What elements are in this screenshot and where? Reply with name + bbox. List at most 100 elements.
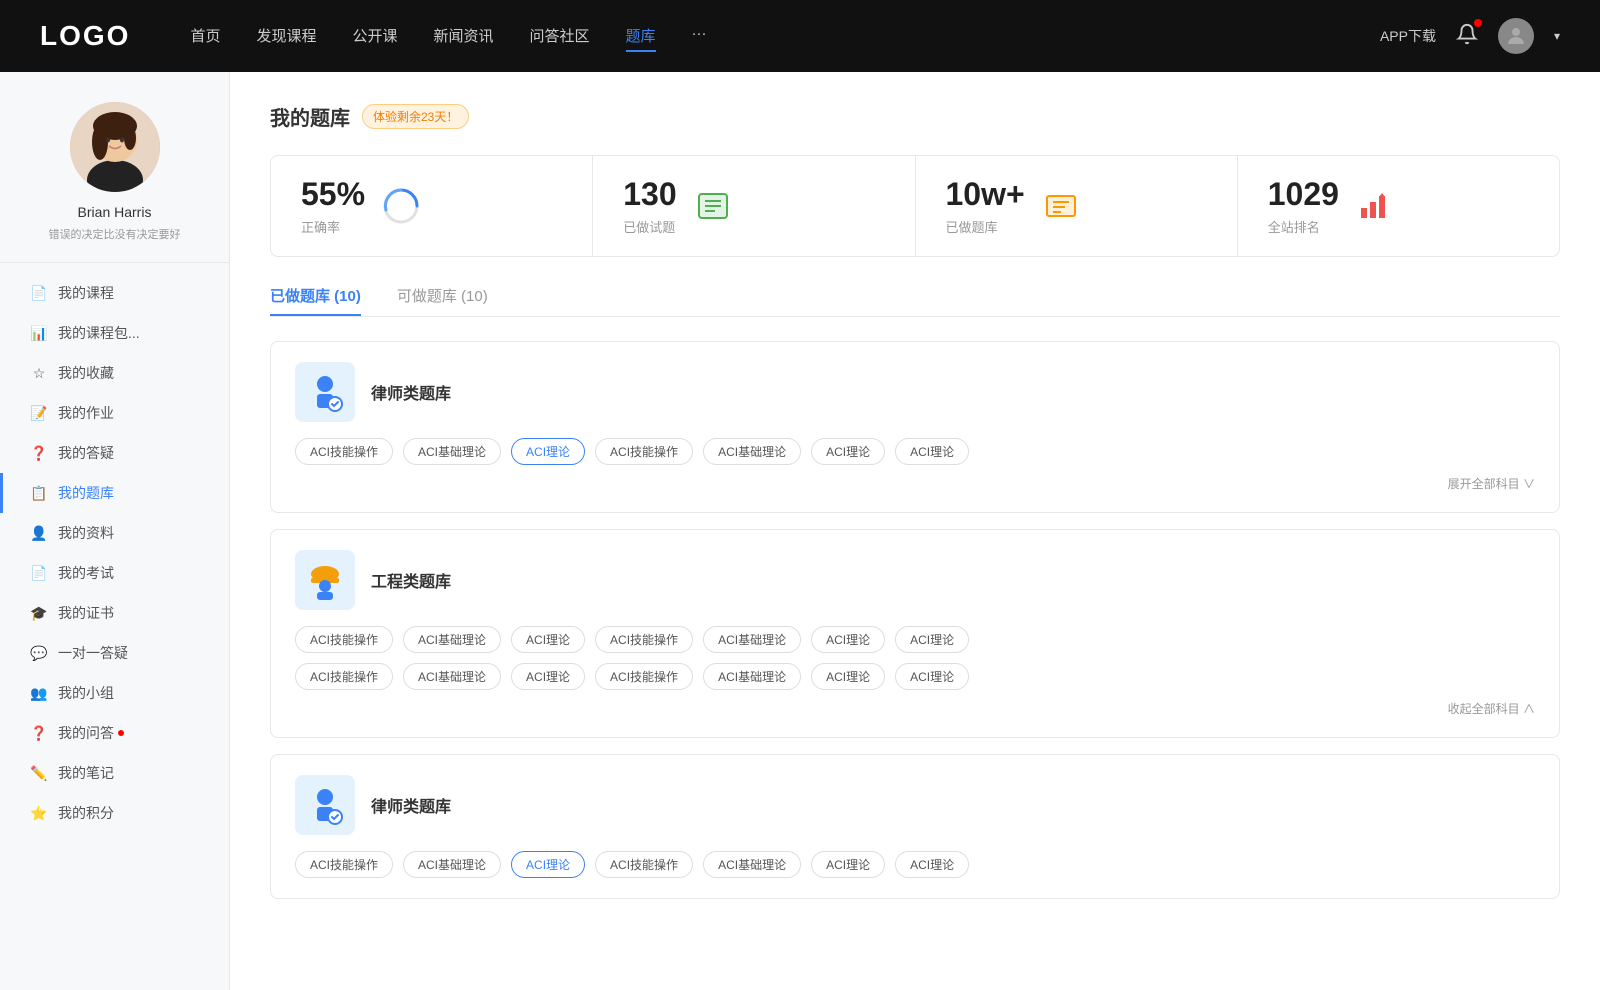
nav-item-···[interactable]: ··· bbox=[692, 21, 707, 52]
bank-card-header-2: 律师类题库 bbox=[295, 775, 1535, 835]
lawyer-icon-2 bbox=[295, 775, 355, 835]
tag-2-2[interactable]: ACI理论 bbox=[511, 851, 585, 878]
tag-0-3[interactable]: ACI技能操作 bbox=[595, 438, 693, 465]
lawyer-icon-0 bbox=[295, 362, 355, 422]
stat-accuracy-label: 正确率 bbox=[301, 217, 365, 236]
tag-2-3[interactable]: ACI技能操作 bbox=[595, 851, 693, 878]
menu-icon-3: 📝 bbox=[30, 404, 48, 422]
tag-2-4[interactable]: ACI基础理论 bbox=[703, 851, 801, 878]
expand-btn-1[interactable]: 收起全部科目 ∧ bbox=[295, 700, 1535, 717]
tag-0-5[interactable]: ACI理论 bbox=[811, 438, 885, 465]
sidebar-menu-item-7[interactable]: 📄我的考试 bbox=[0, 553, 229, 593]
tag2-1-3[interactable]: ACI技能操作 bbox=[595, 663, 693, 690]
sidebar-profile: Brian Harris 错误的决定比没有决定要好 bbox=[0, 102, 229, 263]
logo: LOGO bbox=[40, 20, 130, 52]
tag-row-2-1: ACI技能操作 ACI基础理论 ACI理论 ACI技能操作 ACI基础理论 ACI理论 AC… bbox=[295, 663, 1535, 690]
menu-icon-6: 👤 bbox=[30, 524, 48, 542]
tag-row-1-0: ACI技能操作 ACI基础理论 ACI理论 ACI技能操作 ACI基础理论 ACI理论 AC… bbox=[295, 438, 1535, 465]
tag2-1-1[interactable]: ACI基础理论 bbox=[403, 663, 501, 690]
sidebar-menu-item-3[interactable]: 📝我的作业 bbox=[0, 393, 229, 433]
sidebar-menu-item-11[interactable]: ❓ 我的问答 bbox=[0, 713, 229, 753]
tab-item-0[interactable]: 已做题库 (10) bbox=[270, 285, 361, 316]
sidebar-menu-item-0[interactable]: 📄我的课程 bbox=[0, 273, 229, 313]
tag-2-6[interactable]: ACI理论 bbox=[895, 851, 969, 878]
tag-1-5[interactable]: ACI理论 bbox=[811, 626, 885, 653]
page-title: 我的题库 bbox=[270, 102, 350, 131]
menu-icon-8: 🎓 bbox=[30, 604, 48, 622]
profile-motto: 错误的决定比没有决定要好 bbox=[49, 226, 181, 242]
stat-questions: 130 已做试题 bbox=[593, 156, 915, 256]
stat-banks-value: 10w+ bbox=[946, 176, 1025, 213]
tag-0-2[interactable]: ACI理论 bbox=[511, 438, 585, 465]
tag2-1-5[interactable]: ACI理论 bbox=[811, 663, 885, 690]
sidebar-menu-item-6[interactable]: 👤 我的资料 bbox=[0, 513, 229, 553]
nav-item-新闻资讯[interactable]: 新闻资讯 bbox=[434, 21, 494, 52]
menu-label-1: 我的课程包... bbox=[58, 323, 140, 343]
tag-1-6[interactable]: ACI理论 bbox=[895, 626, 969, 653]
menu-label-6: 我的资料 bbox=[58, 523, 114, 543]
menu-label-11: 我的问答 bbox=[58, 723, 114, 743]
menu-icon-12: ✏️ bbox=[30, 764, 48, 782]
sidebar-menu-item-4[interactable]: ❓我的答疑 bbox=[0, 433, 229, 473]
tag-0-0[interactable]: ACI技能操作 bbox=[295, 438, 393, 465]
tag-1-2[interactable]: ACI理论 bbox=[511, 626, 585, 653]
nav-item-问答社区[interactable]: 问答社区 bbox=[530, 21, 590, 52]
nav-item-题库[interactable]: 题库 bbox=[626, 21, 656, 52]
menu-icon-10: 👥 bbox=[30, 684, 48, 702]
sidebar-menu-item-5[interactable]: 📋我的题库 bbox=[0, 473, 229, 513]
sidebar-menu-item-9[interactable]: 💬一对一答疑 bbox=[0, 633, 229, 673]
menu-label-7: 我的考试 bbox=[58, 563, 114, 583]
stat-questions-label: 已做试题 bbox=[623, 217, 676, 236]
tag-0-4[interactable]: ACI基础理论 bbox=[703, 438, 801, 465]
ranking-icon bbox=[1355, 186, 1395, 226]
tag2-1-0[interactable]: ACI技能操作 bbox=[295, 663, 393, 690]
sidebar-menu-item-13[interactable]: ⭐我的积分 bbox=[0, 793, 229, 833]
questions-icon bbox=[693, 186, 733, 226]
bank-card-header-1: 工程类题库 bbox=[295, 550, 1535, 610]
sidebar-menu-item-8[interactable]: 🎓我的证书 bbox=[0, 593, 229, 633]
tag-2-1[interactable]: ACI基础理论 bbox=[403, 851, 501, 878]
sidebar-menu-item-1[interactable]: 📊我的课程包... bbox=[0, 313, 229, 353]
profile-avatar bbox=[70, 102, 160, 192]
expand-btn-0[interactable]: 展开全部科目 ∨ bbox=[295, 475, 1535, 492]
sidebar-menu-item-10[interactable]: 👥我的小组 bbox=[0, 673, 229, 713]
profile-dropdown-arrow[interactable]: ▾ bbox=[1554, 29, 1560, 43]
bank-name-0: 律师类题库 bbox=[371, 380, 451, 404]
tag-0-6[interactable]: ACI理论 bbox=[895, 438, 969, 465]
avatar[interactable] bbox=[1498, 18, 1534, 54]
nav-item-首页[interactable]: 首页 bbox=[190, 21, 220, 52]
tag-row-1-1: ACI技能操作 ACI基础理论 ACI理论 ACI技能操作 ACI基础理论 ACI理论 AC… bbox=[295, 626, 1535, 653]
stats-row: 55% 正确率 130 已做试题 bbox=[270, 155, 1560, 257]
menu-label-9: 一对一答疑 bbox=[58, 643, 128, 663]
tag-1-1[interactable]: ACI基础理论 bbox=[403, 626, 501, 653]
menu-label-13: 我的积分 bbox=[58, 803, 114, 823]
sidebar-menu-item-12[interactable]: ✏️我的笔记 bbox=[0, 753, 229, 793]
menu-icon-11: ❓ bbox=[30, 724, 48, 742]
bank-name-1: 工程类题库 bbox=[371, 568, 451, 592]
notification-bell[interactable] bbox=[1456, 23, 1478, 50]
app-download-button[interactable]: APP下载 bbox=[1380, 26, 1436, 46]
sidebar: Brian Harris 错误的决定比没有决定要好 📄我的课程📊我的课程包...… bbox=[0, 72, 230, 990]
layout: Brian Harris 错误的决定比没有决定要好 📄我的课程📊我的课程包...… bbox=[0, 72, 1600, 990]
menu-icon-5: 📋 bbox=[30, 484, 48, 502]
stat-questions-value: 130 bbox=[623, 176, 676, 213]
tag-0-1[interactable]: ACI基础理论 bbox=[403, 438, 501, 465]
tag2-1-2[interactable]: ACI理论 bbox=[511, 663, 585, 690]
stat-banks: 10w+ 已做题库 bbox=[916, 156, 1238, 256]
sidebar-menu-item-2[interactable]: ☆我的收藏 bbox=[0, 353, 229, 393]
tag-1-0[interactable]: ACI技能操作 bbox=[295, 626, 393, 653]
tag-1-3[interactable]: ACI技能操作 bbox=[595, 626, 693, 653]
nav-item-公开课[interactable]: 公开课 bbox=[352, 21, 397, 52]
tag2-1-4[interactable]: ACI基础理论 bbox=[703, 663, 801, 690]
bank-name-2: 律师类题库 bbox=[371, 793, 451, 817]
tag-2-5[interactable]: ACI理论 bbox=[811, 851, 885, 878]
trial-badge: 体验剩余23天！ bbox=[362, 104, 469, 129]
tab-item-1[interactable]: 可做题库 (10) bbox=[397, 285, 488, 316]
tag-1-4[interactable]: ACI基础理论 bbox=[703, 626, 801, 653]
nav-item-发现课程[interactable]: 发现课程 bbox=[256, 21, 316, 52]
tag-2-0[interactable]: ACI技能操作 bbox=[295, 851, 393, 878]
bank-card-2: 律师类题库 ACI技能操作 ACI基础理论 ACI理论 ACI技能操作 ACI基础理论 AC… bbox=[270, 754, 1560, 899]
tag2-1-6[interactable]: ACI理论 bbox=[895, 663, 969, 690]
stat-accuracy: 55% 正确率 bbox=[271, 156, 593, 256]
navbar: LOGO 首页 发现课程 公开课 新闻资讯 问答社区 题库 ··· APP下载 ▾ bbox=[0, 0, 1600, 72]
